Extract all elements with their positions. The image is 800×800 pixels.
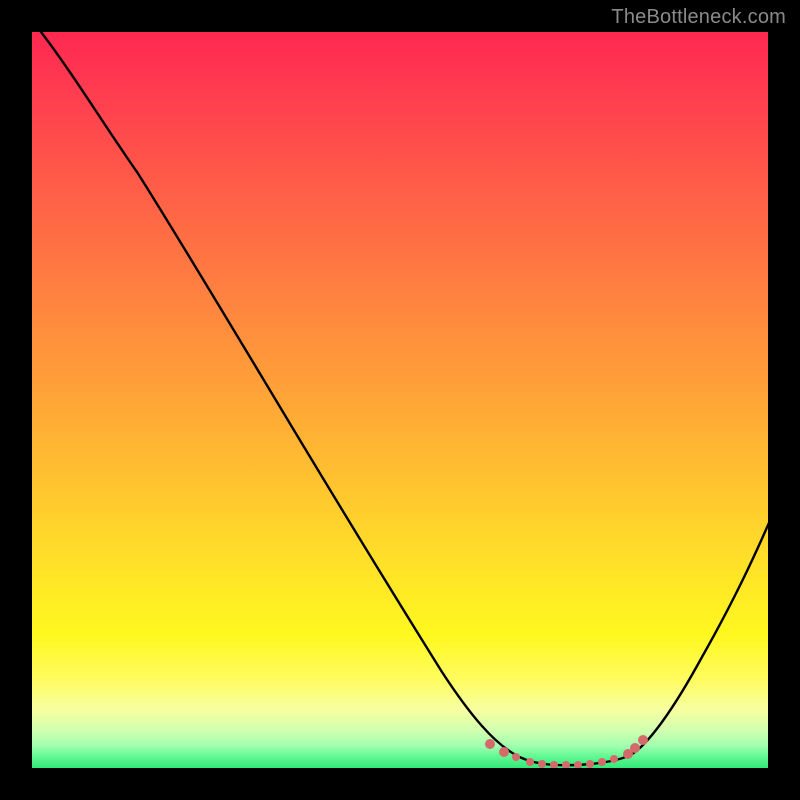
bottleneck-curve [38,32,768,765]
watermark-text: TheBottleneck.com [611,6,786,29]
chart-container: TheBottleneck.com [0,0,800,800]
plot-area [32,32,768,768]
curve-layer [32,32,768,768]
